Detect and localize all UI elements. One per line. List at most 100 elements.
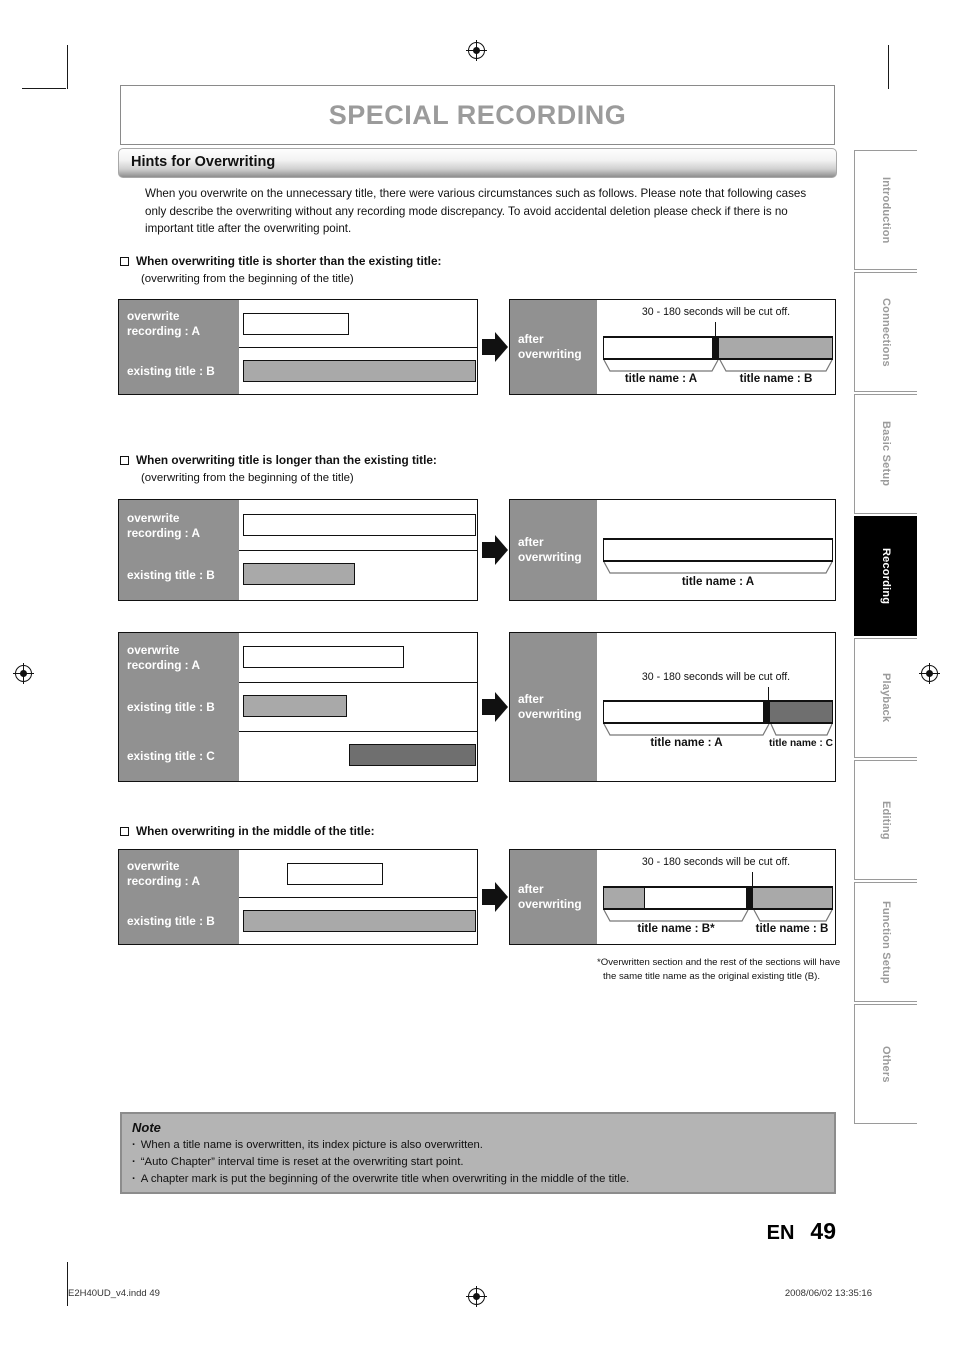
label-overwrite-recording-a: overwrite recording : A bbox=[119, 300, 239, 348]
diagram-2-before-panel: overwrite recording : A existing title :… bbox=[118, 499, 478, 601]
sidebar-item-label: Introduction bbox=[880, 176, 892, 244]
section-title: Hints for Overwriting bbox=[131, 153, 276, 170]
page-number: 49 bbox=[810, 1218, 836, 1244]
title-name-a-2: title name : A bbox=[681, 575, 755, 588]
brace-title-a-1 bbox=[603, 360, 719, 372]
sidebar-item-others[interactable]: Others bbox=[854, 1004, 917, 1124]
arrow-icon-1 bbox=[482, 332, 508, 362]
print-timestamp: 2008/06/02 13:35:16 bbox=[784, 1288, 872, 1299]
sidebar-item-introduction[interactable]: Introduction bbox=[854, 150, 917, 270]
crop-mark-bl-v bbox=[67, 1262, 69, 1306]
sidebar-item-function-setup[interactable]: Function Setup bbox=[854, 882, 917, 1002]
note-item: When a title name is overwritten, its in… bbox=[132, 1137, 824, 1154]
language-code: EN bbox=[766, 1222, 795, 1244]
footnote-text: *Overwritten section and the rest of the… bbox=[597, 957, 841, 982]
crop-mark-tl-h bbox=[22, 88, 66, 90]
checkbox-icon bbox=[120, 827, 129, 836]
chapter-title-box: SPECIAL RECORDING bbox=[120, 85, 835, 145]
segment-overwritten bbox=[645, 888, 746, 908]
note-list: When a title name is overwritten, its in… bbox=[132, 1137, 824, 1188]
cut-off-note-1: 30 - 180 seconds will be cut off. bbox=[641, 306, 791, 318]
bar-existing-b bbox=[243, 910, 476, 932]
bar-existing-b bbox=[243, 695, 347, 717]
brace-title-a-2 bbox=[603, 562, 833, 574]
label-after-overwriting-3: after overwriting bbox=[510, 633, 597, 781]
label-existing-title-c: existing title : C bbox=[119, 732, 239, 781]
label-existing-title-b: existing title : B bbox=[119, 348, 239, 394]
segment-cut-divider bbox=[712, 338, 719, 358]
arrow-icon-3 bbox=[482, 692, 508, 722]
checkbox-icon bbox=[120, 257, 129, 266]
sidebar-item-basic-setup[interactable]: Basic Setup bbox=[854, 394, 917, 514]
diagram-4-before-panel: overwrite recording : A existing title :… bbox=[118, 849, 478, 945]
sidebar-item-label: Basic Setup bbox=[880, 421, 892, 487]
segment-title-b-pre bbox=[603, 888, 645, 908]
bar-overwrite-a bbox=[243, 313, 349, 335]
brace-title-b-4 bbox=[753, 910, 833, 922]
registration-mark-bottom bbox=[466, 1286, 487, 1307]
result-strip-3 bbox=[603, 700, 833, 724]
title-name-a-3: title name : A bbox=[650, 736, 723, 749]
print-filename: E2H40UD_v4.indd 49 bbox=[68, 1288, 160, 1299]
diagram-3-after-panel: after overwriting 30 - 180 seconds will … bbox=[509, 632, 836, 782]
sidebar-item-label: Recording bbox=[880, 547, 892, 605]
case-subheading-2: (overwriting from the beginning of the t… bbox=[141, 472, 354, 484]
sidebar-item-label: Connections bbox=[880, 297, 892, 367]
title-name-a-1: title name : A bbox=[624, 372, 698, 385]
case-heading-1: When overwriting title is shorter than t… bbox=[120, 254, 441, 268]
sidebar-item-connections[interactable]: Connections bbox=[854, 272, 917, 392]
label-after-overwriting-2: after overwriting bbox=[510, 500, 597, 600]
page-title: SPECIAL RECORDING bbox=[328, 99, 627, 130]
label-after-overwriting-4: after overwriting bbox=[510, 850, 597, 944]
sidebar-item-playback[interactable]: Playback bbox=[854, 638, 917, 758]
label-after-overwriting-1: after overwriting bbox=[510, 300, 597, 394]
segment-cut-divider bbox=[746, 888, 753, 908]
arrow-icon-4 bbox=[482, 882, 508, 912]
sidebar-item-recording[interactable]: Recording bbox=[854, 516, 917, 636]
sidebar-item-editing[interactable]: Editing bbox=[854, 760, 917, 880]
diagram-1-before-panel: overwrite recording : A existing title :… bbox=[118, 299, 478, 395]
case-subheading-1: (overwriting from the beginning of the t… bbox=[141, 273, 354, 285]
section-header-bar: Hints for Overwriting bbox=[118, 148, 837, 178]
label-existing-title-b: existing title : B bbox=[119, 898, 239, 944]
cut-point-tick-1 bbox=[715, 322, 717, 337]
brace-title-c-3 bbox=[770, 724, 833, 736]
title-name-b-4: title name : B bbox=[755, 922, 829, 935]
crop-mark-tl-v bbox=[67, 45, 69, 89]
checkbox-icon bbox=[120, 456, 129, 465]
label-overwrite-recording-a: overwrite recording : A bbox=[119, 850, 239, 898]
label-overwrite-recording-a: overwrite recording : A bbox=[119, 633, 239, 683]
note-box: Note When a title name is overwritten, i… bbox=[120, 1112, 836, 1194]
row-divider bbox=[239, 347, 477, 348]
row-divider bbox=[239, 731, 477, 732]
title-name-c-3: title name : C bbox=[769, 738, 833, 749]
intro-paragraph: When you overwrite on the unnecessary ti… bbox=[145, 187, 807, 235]
diagram-1-after-panel: after overwriting 30 - 180 seconds will … bbox=[509, 299, 836, 395]
result-strip-2 bbox=[603, 538, 833, 562]
crop-mark-tr-v bbox=[888, 45, 890, 89]
label-overwrite-recording-a: overwrite recording : A bbox=[119, 500, 239, 551]
segment-title-b bbox=[719, 338, 833, 358]
sidebar-item-label: Others bbox=[880, 1045, 892, 1083]
arrow-icon-2 bbox=[482, 535, 508, 565]
case-heading-3: When overwriting in the middle of the ti… bbox=[120, 824, 375, 838]
registration-mark-top bbox=[466, 40, 487, 61]
sidebar-item-label: Function Setup bbox=[880, 900, 892, 984]
bar-overwrite-a bbox=[287, 863, 383, 885]
diagram-4-after-panel: after overwriting 30 - 180 seconds will … bbox=[509, 849, 836, 945]
label-existing-title-b: existing title : B bbox=[119, 683, 239, 732]
brace-title-b-1 bbox=[719, 360, 833, 372]
title-name-b-star-4: title name : B* bbox=[637, 922, 715, 935]
segment-cut-divider bbox=[763, 702, 770, 722]
brace-title-a-3 bbox=[603, 724, 770, 736]
bar-existing-c bbox=[349, 744, 476, 766]
segment-title-b-post bbox=[753, 888, 833, 908]
title-name-b-1: title name : B bbox=[739, 372, 813, 385]
registration-mark-left bbox=[13, 663, 34, 684]
cut-point-tick-4 bbox=[752, 872, 754, 887]
result-strip-4 bbox=[603, 886, 833, 910]
cut-off-note-4: 30 - 180 seconds will be cut off. bbox=[641, 856, 791, 868]
segment-title-a bbox=[603, 338, 712, 358]
segment-title-a bbox=[603, 702, 763, 722]
page-footer: EN 49 bbox=[767, 1218, 836, 1245]
